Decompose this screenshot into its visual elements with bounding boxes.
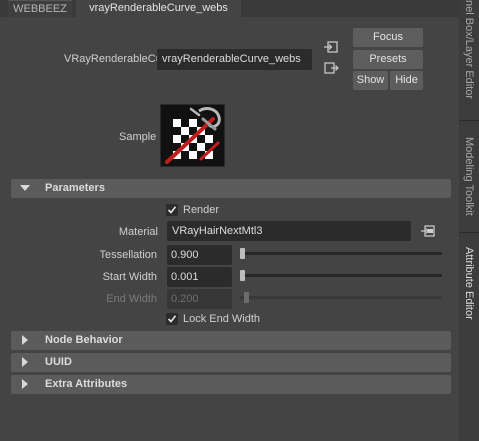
end-width-field: 0.200 <box>167 289 232 309</box>
tab-attribute-editor-label: Attribute Editor <box>463 246 475 320</box>
checkmark-icon <box>167 206 177 214</box>
start-width-slider-handle[interactable] <box>240 270 245 281</box>
frame-extra-attributes-title: Extra Attributes <box>45 378 128 390</box>
expanded-arrow-icon <box>20 185 30 191</box>
render-label: Render <box>183 204 220 216</box>
node-name-field[interactable]: vrayRenderableCurve_webs <box>157 49 312 70</box>
hide-button[interactable]: Hide <box>390 71 423 90</box>
side-tab-divider <box>459 232 479 233</box>
material-map-button-icon[interactable] <box>420 224 436 238</box>
start-width-label: Start Width <box>102 271 157 283</box>
focus-button[interactable]: Focus <box>353 28 423 47</box>
frame-parameters[interactable]: Parameters <box>11 179 451 198</box>
tessellation-label: Tessellation <box>99 249 157 261</box>
tab-webbeez[interactable]: WEBBEEZ <box>8 0 72 17</box>
tab-attribute-editor[interactable]: Attribute Editor <box>461 238 477 328</box>
tab-bar: WEBBEEZ vrayRenderableCurve_webs <box>0 0 459 17</box>
end-width-slider <box>240 292 442 303</box>
lock-end-width-checkbox[interactable] <box>166 313 178 325</box>
collapsed-arrow-icon <box>22 379 28 389</box>
start-width-field[interactable]: 0.001 <box>167 267 232 287</box>
frame-node-behavior[interactable]: Node Behavior <box>11 331 451 350</box>
tab-vrayrenderablecurve-webs[interactable]: vrayRenderableCurve_webs <box>76 0 241 17</box>
side-tab-divider <box>459 120 479 121</box>
checkmark-icon <box>167 315 177 323</box>
side-panel-tabs: nel Box/Layer Editor Modeling Toolkit At… <box>459 0 479 441</box>
tab-channel-box-layer-editor[interactable]: nel Box/Layer Editor <box>461 0 477 118</box>
tessellation-field[interactable]: 0.900 <box>167 245 232 265</box>
frame-extra-attributes[interactable]: Extra Attributes <box>11 375 451 394</box>
collapsed-arrow-icon <box>22 357 28 367</box>
material-field[interactable]: VRayHairNextMtl3 <box>167 221 411 241</box>
output-connections-icon[interactable] <box>323 61 339 75</box>
show-button[interactable]: Show <box>353 71 388 90</box>
material-label: Material <box>118 226 158 238</box>
tab-channel-box-label: nel Box/Layer Editor <box>463 0 475 100</box>
tab-modeling-toolkit[interactable]: Modeling Toolkit <box>461 126 477 226</box>
tessellation-slider-handle[interactable] <box>240 248 245 259</box>
frame-node-behavior-title: Node Behavior <box>45 334 123 346</box>
end-width-label: End Width <box>106 293 157 305</box>
tessellation-slider[interactable] <box>240 248 442 259</box>
frame-parameters-title: Parameters <box>45 182 105 194</box>
presets-button[interactable]: Presets <box>353 50 423 69</box>
lock-end-width-label: Lock End Width <box>183 313 261 325</box>
material-sample-swatch[interactable] <box>160 104 225 167</box>
render-checkbox[interactable] <box>166 204 178 216</box>
frame-uuid[interactable]: UUID <box>11 353 451 372</box>
sample-label: Sample <box>119 131 157 143</box>
end-width-slider-handle <box>243 292 249 303</box>
start-width-slider[interactable] <box>240 270 442 281</box>
tab-modeling-toolkit-label: Modeling Toolkit <box>463 136 475 216</box>
collapsed-arrow-icon <box>22 335 28 345</box>
frame-uuid-title: UUID <box>45 356 72 368</box>
input-connections-icon[interactable] <box>323 40 339 54</box>
